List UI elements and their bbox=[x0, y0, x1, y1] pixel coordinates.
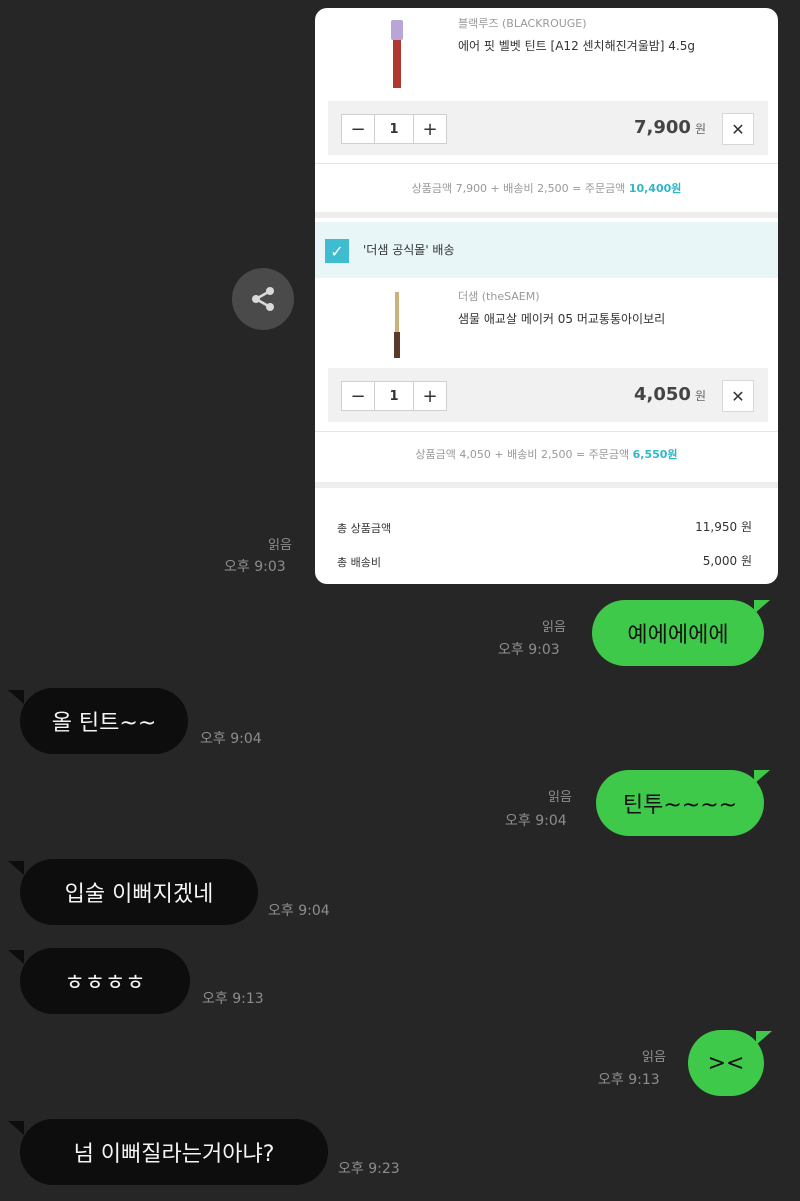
seller-header: ✓ '더샘 공식몰' 배송 bbox=[315, 222, 778, 278]
read-receipt: 읽음 bbox=[268, 538, 292, 553]
total-product-label: 총 상품금액 bbox=[337, 522, 392, 535]
message-time: 오후 9:03 bbox=[498, 642, 560, 658]
read-receipt: 읽음 bbox=[542, 620, 566, 635]
message-text: >< bbox=[707, 1050, 745, 1076]
message-text: 예에에에에 bbox=[627, 623, 729, 648]
product-name[interactable]: 샘물 애교살 메이커 05 머교통통아이보리 bbox=[458, 310, 665, 327]
quantity-stepper[interactable]: − 1 + bbox=[341, 381, 447, 411]
divider bbox=[315, 431, 778, 432]
item-price: 7,900 원 bbox=[634, 117, 706, 138]
bubble-tail bbox=[8, 1121, 24, 1135]
close-icon: ✕ bbox=[731, 386, 745, 406]
share-icon bbox=[252, 287, 274, 311]
price-value: 7,900 bbox=[634, 117, 691, 138]
summary-label: 상품금액 4,050 + 배송비 2,500 = 주문금액 bbox=[415, 448, 630, 461]
message-time: 오후 9:04 bbox=[505, 813, 567, 829]
incoming-message[interactable]: 넘 이뻐질라는거아냐? bbox=[20, 1119, 328, 1185]
product-brand: 더샘 (theSAEM) bbox=[458, 290, 540, 303]
message-text: 넘 이뻐질라는거아냐? bbox=[73, 1142, 275, 1167]
incoming-message[interactable]: 입술 이뻐지겠네 bbox=[20, 859, 258, 925]
message-text: ㅎㅎㅎㅎ bbox=[64, 971, 146, 996]
order-summary: 상품금액 4,050 + 배송비 2,500 = 주문금액 6,550원 bbox=[315, 446, 778, 462]
quantity-bar: − 1 + 7,900 원 ✕ bbox=[328, 101, 768, 155]
quantity-stepper[interactable]: − 1 + bbox=[341, 114, 447, 144]
bubble-tail bbox=[754, 770, 770, 784]
incoming-message[interactable]: 올 틴트~~ bbox=[20, 688, 188, 754]
read-receipt: 읽음 bbox=[548, 790, 572, 805]
check-icon: ✓ bbox=[330, 241, 344, 261]
price-unit: 원 bbox=[694, 389, 706, 403]
product-name[interactable]: 에어 핏 벨벳 틴트 [A12 센치해진겨울밤] 4.5g bbox=[458, 37, 695, 54]
message-text: 입술 이뻐지겠네 bbox=[64, 882, 214, 907]
price-value: 4,050 bbox=[634, 384, 691, 405]
tint-product-image bbox=[391, 20, 403, 88]
bubble-tail bbox=[756, 1031, 772, 1045]
order-summary: 상품금액 7,900 + 배송비 2,500 = 주문금액 10,400원 bbox=[315, 180, 778, 196]
seller-checkbox[interactable]: ✓ bbox=[325, 239, 349, 263]
total-product-value: 11,950 원 bbox=[695, 520, 752, 534]
share-button[interactable] bbox=[232, 268, 294, 330]
product-brand: 블랙루즈 (BLACKROUGE) bbox=[458, 17, 587, 30]
order-amount: 10,400원 bbox=[628, 182, 682, 195]
outgoing-message[interactable]: 틴투~~~~ bbox=[596, 770, 764, 836]
quantity-bar: − 1 + 4,050 원 ✕ bbox=[328, 368, 768, 422]
outgoing-message[interactable]: >< bbox=[688, 1030, 764, 1096]
remove-item-button[interactable]: ✕ bbox=[722, 113, 754, 145]
seller-label: '더샘 공식몰' 배송 bbox=[363, 243, 455, 257]
concealer-product-image bbox=[394, 292, 400, 358]
order-amount: 6,550원 bbox=[632, 448, 678, 461]
message-text: 올 틴트~~ bbox=[51, 711, 157, 736]
cart-item: 더샘 (theSAEM) 샘물 애교살 메이커 05 머교통통아이보리 bbox=[315, 278, 778, 368]
cart-item: 블랙루즈 (BLACKROUGE) 에어 핏 벨벳 틴트 [A12 센치해진겨울… bbox=[315, 8, 778, 98]
read-receipt: 읽음 bbox=[642, 1050, 666, 1065]
message-time: 오후 9:23 bbox=[338, 1161, 400, 1177]
close-icon: ✕ bbox=[731, 119, 745, 139]
summary-label: 상품금액 7,900 + 배송비 2,500 = 주문금액 bbox=[411, 182, 626, 195]
item-price: 4,050 원 bbox=[634, 384, 706, 405]
decrease-button[interactable]: − bbox=[342, 382, 374, 410]
bubble-tail bbox=[8, 861, 24, 875]
quantity-value: 1 bbox=[374, 115, 414, 143]
message-text: 틴투~~~~ bbox=[622, 793, 738, 818]
outgoing-message[interactable]: 예에에에에 bbox=[592, 600, 764, 666]
divider bbox=[315, 163, 778, 164]
quantity-value: 1 bbox=[374, 382, 414, 410]
total-shipping-value: 5,000 원 bbox=[702, 554, 752, 568]
bubble-tail bbox=[8, 690, 24, 704]
message-time: 오후 9:13 bbox=[598, 1072, 660, 1088]
shared-cart-card[interactable]: 블랙루즈 (BLACKROUGE) 에어 핏 벨벳 틴트 [A12 센치해진겨울… bbox=[315, 8, 778, 584]
message-time: 오후 9:13 bbox=[202, 991, 264, 1007]
message-time: 오후 9:04 bbox=[268, 903, 330, 919]
increase-button[interactable]: + bbox=[414, 115, 446, 143]
bubble-tail bbox=[8, 950, 24, 964]
remove-item-button[interactable]: ✕ bbox=[722, 380, 754, 412]
incoming-message[interactable]: ㅎㅎㅎㅎ bbox=[20, 948, 190, 1014]
total-shipping-label: 총 배송비 bbox=[337, 556, 381, 569]
message-time: 오후 9:04 bbox=[200, 731, 262, 747]
increase-button[interactable]: + bbox=[414, 382, 446, 410]
price-unit: 원 bbox=[694, 122, 706, 136]
section-divider bbox=[315, 212, 778, 218]
message-time: 오후 9:03 bbox=[224, 559, 286, 575]
decrease-button[interactable]: − bbox=[342, 115, 374, 143]
section-divider bbox=[315, 482, 778, 488]
bubble-tail bbox=[754, 600, 770, 614]
